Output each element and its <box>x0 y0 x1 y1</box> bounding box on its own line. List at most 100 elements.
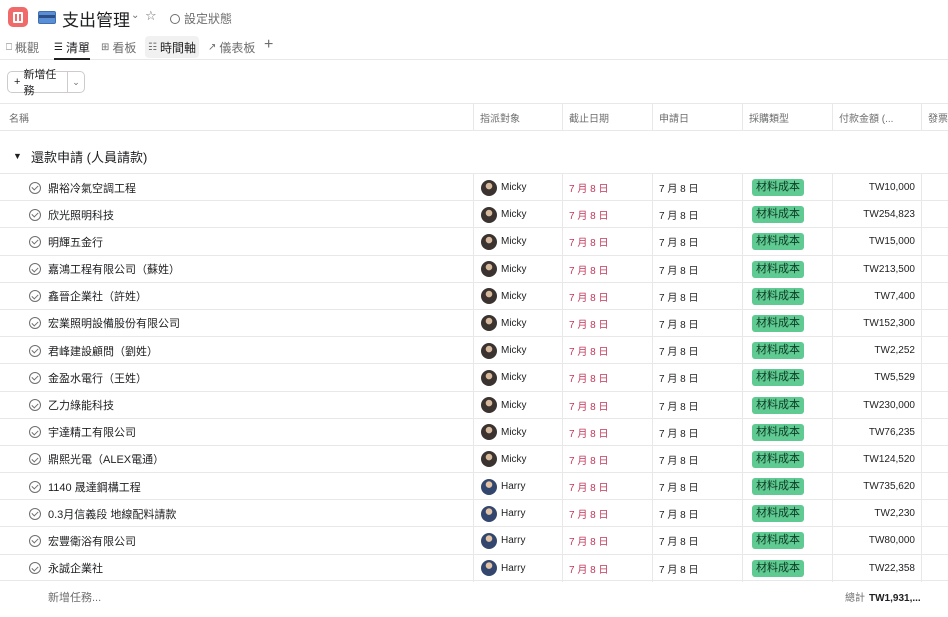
due-date-cell[interactable]: 7 月 8 日 <box>562 473 652 501</box>
due-date-cell[interactable]: 7 月 8 日 <box>562 337 652 365</box>
amount-cell[interactable]: TW15,000 <box>832 228 921 256</box>
invoice-cell[interactable] <box>921 337 948 365</box>
invoice-cell[interactable] <box>921 282 948 310</box>
task-name-cell[interactable]: 宏業照明設備股份有限公司 <box>0 310 473 337</box>
set-status-button[interactable]: 設定狀態 <box>170 10 232 27</box>
task-name-cell[interactable]: 乙力綠能科技 <box>0 392 473 419</box>
amount-cell[interactable]: TW5,529 <box>832 364 921 392</box>
column-assignee[interactable]: 指派對象 <box>473 104 562 131</box>
apply-date-cell[interactable]: 7 月 8 日 <box>652 337 742 365</box>
amount-cell[interactable]: TW7,400 <box>832 282 921 310</box>
amount-cell[interactable]: TW2,230 <box>832 500 921 528</box>
due-date-cell[interactable]: 7 月 8 日 <box>562 445 652 473</box>
table-row[interactable]: 宇達精工有限公司 Micky 7 月 8 日 7 月 8 日 材料成本 TW76… <box>0 417 948 446</box>
table-row[interactable]: 嘉鴻工程有限公司（蘇姓） Micky 7 月 8 日 7 月 8 日 材料成本 … <box>0 254 948 283</box>
due-date-cell[interactable]: 7 月 8 日 <box>562 500 652 528</box>
check-circle-icon[interactable] <box>29 371 41 384</box>
assignee-cell[interactable]: Micky <box>473 418 562 446</box>
apply-date-cell[interactable]: 7 月 8 日 <box>652 500 742 528</box>
task-name-cell[interactable]: 明輝五金行 <box>0 228 473 255</box>
check-circle-icon[interactable] <box>29 480 41 493</box>
due-date-cell[interactable]: 7 月 8 日 <box>562 255 652 283</box>
task-name-cell[interactable]: 永誠企業社 <box>0 555 473 582</box>
purchase-type-cell[interactable]: 材料成本 <box>742 309 832 337</box>
assignee-cell[interactable]: Harry <box>473 554 562 582</box>
due-date-cell[interactable]: 7 月 8 日 <box>562 418 652 446</box>
amount-cell[interactable]: TW2,252 <box>832 337 921 365</box>
amount-cell[interactable]: TW735,620 <box>832 473 921 501</box>
purchase-type-cell[interactable]: 材料成本 <box>742 174 832 201</box>
assignee-cell[interactable]: Micky <box>473 309 562 337</box>
invoice-cell[interactable] <box>921 201 948 229</box>
new-task-link[interactable]: 新增任務... <box>48 589 101 605</box>
apply-date-cell[interactable]: 7 月 8 日 <box>652 174 742 201</box>
amount-cell[interactable]: TW152,300 <box>832 309 921 337</box>
column-invoice[interactable]: 發票 <box>921 104 948 131</box>
table-row[interactable]: 乙力綠能科技 Micky 7 月 8 日 7 月 8 日 材料成本 TW230,… <box>0 390 948 419</box>
project-icon[interactable] <box>8 7 28 27</box>
table-row[interactable]: 金盈水電行（王姓） Micky 7 月 8 日 7 月 8 日 材料成本 TW5… <box>0 363 948 392</box>
tab-timeline[interactable]: ☷ 時間軸 <box>145 36 199 58</box>
tab-list[interactable]: ☰ 清單 <box>54 36 90 60</box>
apply-date-cell[interactable]: 7 月 8 日 <box>652 418 742 446</box>
purchase-type-cell[interactable]: 材料成本 <box>742 201 832 229</box>
invoice-cell[interactable] <box>921 174 948 201</box>
task-name-cell[interactable]: 1140 晟達鋼構工程 <box>0 473 473 500</box>
table-row[interactable]: 明輝五金行 Micky 7 月 8 日 7 月 8 日 材料成本 TW15,00… <box>0 227 948 256</box>
add-task-button[interactable]: + 新增任務 <box>8 69 68 97</box>
due-date-cell[interactable]: 7 月 8 日 <box>562 554 652 582</box>
assignee-cell[interactable]: Micky <box>473 228 562 256</box>
star-icon[interactable]: ☆ <box>145 8 157 24</box>
column-due-date[interactable]: 截止日期 <box>562 104 652 131</box>
due-date-cell[interactable]: 7 月 8 日 <box>562 309 652 337</box>
due-date-cell[interactable]: 7 月 8 日 <box>562 282 652 310</box>
invoice-cell[interactable] <box>921 255 948 283</box>
check-circle-icon[interactable] <box>29 317 41 330</box>
chevron-down-icon[interactable]: ⌄ <box>68 72 84 92</box>
purchase-type-cell[interactable]: 材料成本 <box>742 337 832 365</box>
task-name-cell[interactable]: 鼎熙光電（ALEX電通） <box>0 446 473 473</box>
column-amount[interactable]: 付款金額 (... <box>832 104 921 131</box>
check-circle-icon[interactable] <box>29 507 41 520</box>
purchase-type-cell[interactable]: 材料成本 <box>742 554 832 582</box>
invoice-cell[interactable] <box>921 309 948 337</box>
assignee-cell[interactable]: Harry <box>473 473 562 501</box>
chevron-down-icon[interactable]: ⌄ <box>131 10 139 21</box>
amount-cell[interactable]: TW22,358 <box>832 554 921 582</box>
apply-date-cell[interactable]: 7 月 8 日 <box>652 201 742 229</box>
invoice-cell[interactable] <box>921 554 948 582</box>
assignee-cell[interactable]: Micky <box>473 282 562 310</box>
apply-date-cell[interactable]: 7 月 8 日 <box>652 554 742 582</box>
check-circle-icon[interactable] <box>29 453 41 466</box>
apply-date-cell[interactable]: 7 月 8 日 <box>652 364 742 392</box>
apply-date-cell[interactable]: 7 月 8 日 <box>652 527 742 555</box>
check-circle-icon[interactable] <box>29 426 41 439</box>
amount-cell[interactable]: TW230,000 <box>832 391 921 419</box>
due-date-cell[interactable]: 7 月 8 日 <box>562 201 652 229</box>
purchase-type-cell[interactable]: 材料成本 <box>742 228 832 256</box>
tab-dashboard[interactable]: ↗ 儀表板 <box>208 36 255 58</box>
assignee-cell[interactable]: Micky <box>473 391 562 419</box>
assignee-cell[interactable]: Micky <box>473 337 562 365</box>
purchase-type-cell[interactable]: 材料成本 <box>742 364 832 392</box>
table-row[interactable]: 鼎熙光電（ALEX電通） Micky 7 月 8 日 7 月 8 日 材料成本 … <box>0 444 948 473</box>
column-purchase-type[interactable]: 採購類型 <box>742 104 832 131</box>
apply-date-cell[interactable]: 7 月 8 日 <box>652 391 742 419</box>
task-name-cell[interactable]: 欣光照明科技 <box>0 201 473 228</box>
amount-cell[interactable]: TW254,823 <box>832 201 921 229</box>
purchase-type-cell[interactable]: 材料成本 <box>742 473 832 501</box>
apply-date-cell[interactable]: 7 月 8 日 <box>652 473 742 501</box>
task-name-cell[interactable]: 宇達精工有限公司 <box>0 419 473 446</box>
assignee-cell[interactable]: Micky <box>473 445 562 473</box>
purchase-type-cell[interactable]: 材料成本 <box>742 391 832 419</box>
amount-cell[interactable]: TW10,000 <box>832 174 921 201</box>
assignee-cell[interactable]: Micky <box>473 364 562 392</box>
due-date-cell[interactable]: 7 月 8 日 <box>562 228 652 256</box>
task-name-cell[interactable]: 鑫晉企業社（許姓） <box>0 283 473 310</box>
table-row[interactable]: 宏豐衛浴有限公司 Harry 7 月 8 日 7 月 8 日 材料成本 TW80… <box>0 526 948 555</box>
check-circle-icon[interactable] <box>29 208 41 221</box>
table-row[interactable]: 1140 晟達鋼構工程 Harry 7 月 8 日 7 月 8 日 材料成本 T… <box>0 472 948 501</box>
task-name-cell[interactable]: 嘉鴻工程有限公司（蘇姓） <box>0 256 473 283</box>
amount-cell[interactable]: TW76,235 <box>832 418 921 446</box>
table-row[interactable]: 欣光照明科技 Micky 7 月 8 日 7 月 8 日 材料成本 TW254,… <box>0 200 948 229</box>
